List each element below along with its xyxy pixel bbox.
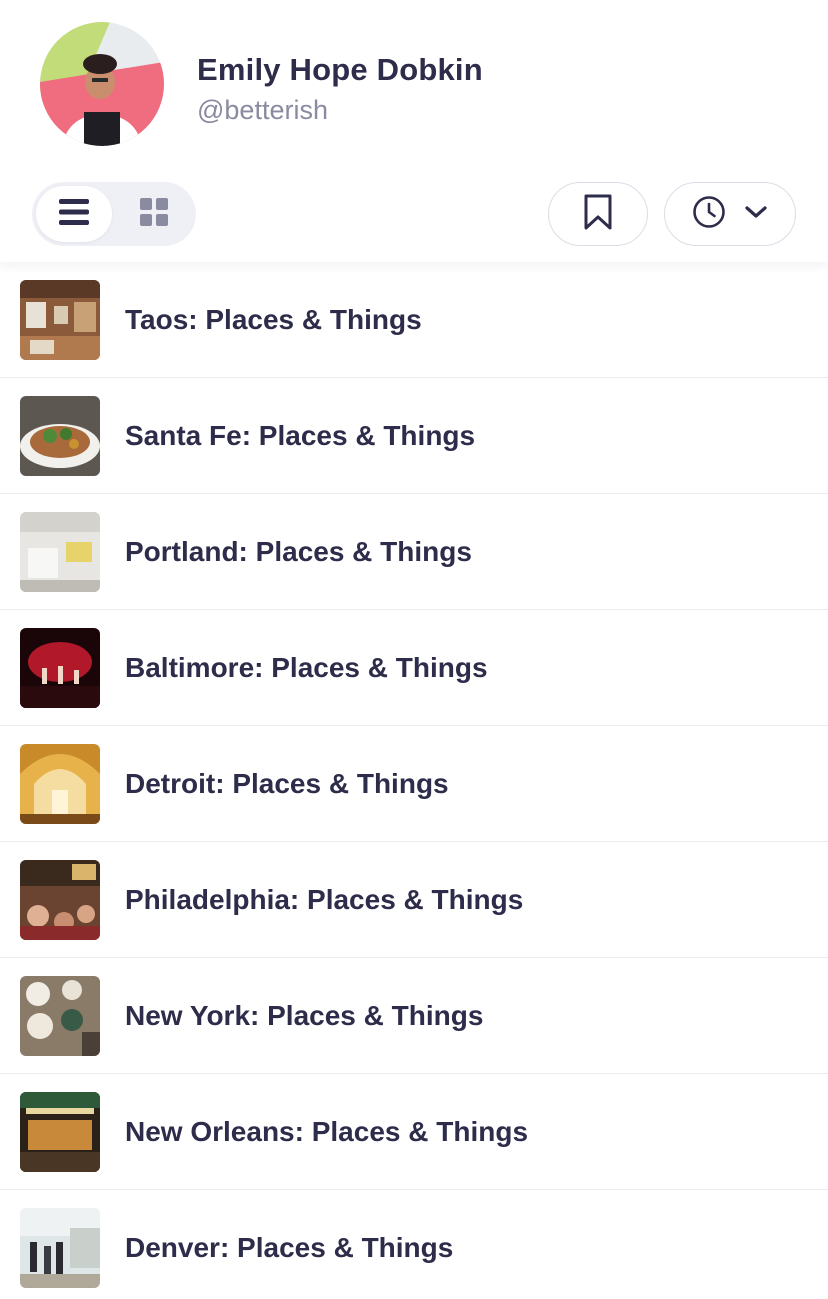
list-item[interactable]: Santa Fe: Places & Things: [0, 378, 828, 494]
list-item[interactable]: New York: Places & Things: [0, 958, 828, 1074]
list-item[interactable]: Denver: Places & Things: [0, 1190, 828, 1299]
collection-thumbnail: [20, 396, 100, 476]
clock-icon: [692, 195, 726, 234]
collection-title: Denver: Places & Things: [125, 1232, 454, 1263]
view-toggle: [32, 182, 196, 246]
collection-thumbnail: [20, 280, 100, 360]
collection-thumbnail: [20, 512, 100, 592]
list-icon: [58, 198, 90, 231]
collection-list: Taos: Places & Things Santa Fe: Places &…: [0, 262, 828, 1299]
chevron-down-icon: [744, 204, 768, 225]
collection-thumbnail: [20, 744, 100, 824]
collection-title: Taos: Places & Things: [125, 303, 422, 335]
list-item[interactable]: Baltimore: Places & Things: [0, 610, 828, 726]
profile-header: Emily Hope Dobkin @betterish: [0, 0, 828, 262]
sort-dropdown-button[interactable]: [664, 182, 796, 246]
collection-thumbnail: [20, 860, 100, 940]
bookmark-button[interactable]: [548, 182, 648, 246]
collection-thumbnail: [20, 1092, 100, 1172]
collection-title: Detroit: Places & Things: [125, 767, 449, 799]
avatar[interactable]: [40, 22, 164, 146]
collection-thumbnail: [20, 1208, 100, 1288]
profile-name: Emily Hope Dobkin: [197, 52, 483, 87]
collection-title: New York: Places & Things: [125, 999, 484, 1031]
list-item[interactable]: Detroit: Places & Things: [0, 726, 828, 842]
bookmark-icon: [582, 193, 614, 236]
collection-thumbnail: [20, 628, 100, 708]
collection-title: New Orleans: Places & Things: [125, 1115, 529, 1147]
collection-title: Baltimore: Places & Things: [125, 651, 488, 683]
profile-handle: @betterish: [197, 95, 328, 125]
collection-title: Santa Fe: Places & Things: [125, 419, 476, 451]
collection-title: Portland: Places & Things: [125, 535, 472, 567]
collection-title: Philadelphia: Places & Things: [125, 883, 524, 915]
grid-icon: [139, 197, 169, 232]
collection-thumbnail: [20, 976, 100, 1056]
list-item[interactable]: Philadelphia: Places & Things: [0, 842, 828, 958]
grid-view-button[interactable]: [116, 186, 192, 242]
list-item[interactable]: Taos: Places & Things: [0, 262, 828, 378]
list-item[interactable]: New Orleans: Places & Things: [0, 1074, 828, 1190]
list-view-button[interactable]: [36, 186, 112, 242]
list-item[interactable]: Portland: Places & Things: [0, 494, 828, 610]
